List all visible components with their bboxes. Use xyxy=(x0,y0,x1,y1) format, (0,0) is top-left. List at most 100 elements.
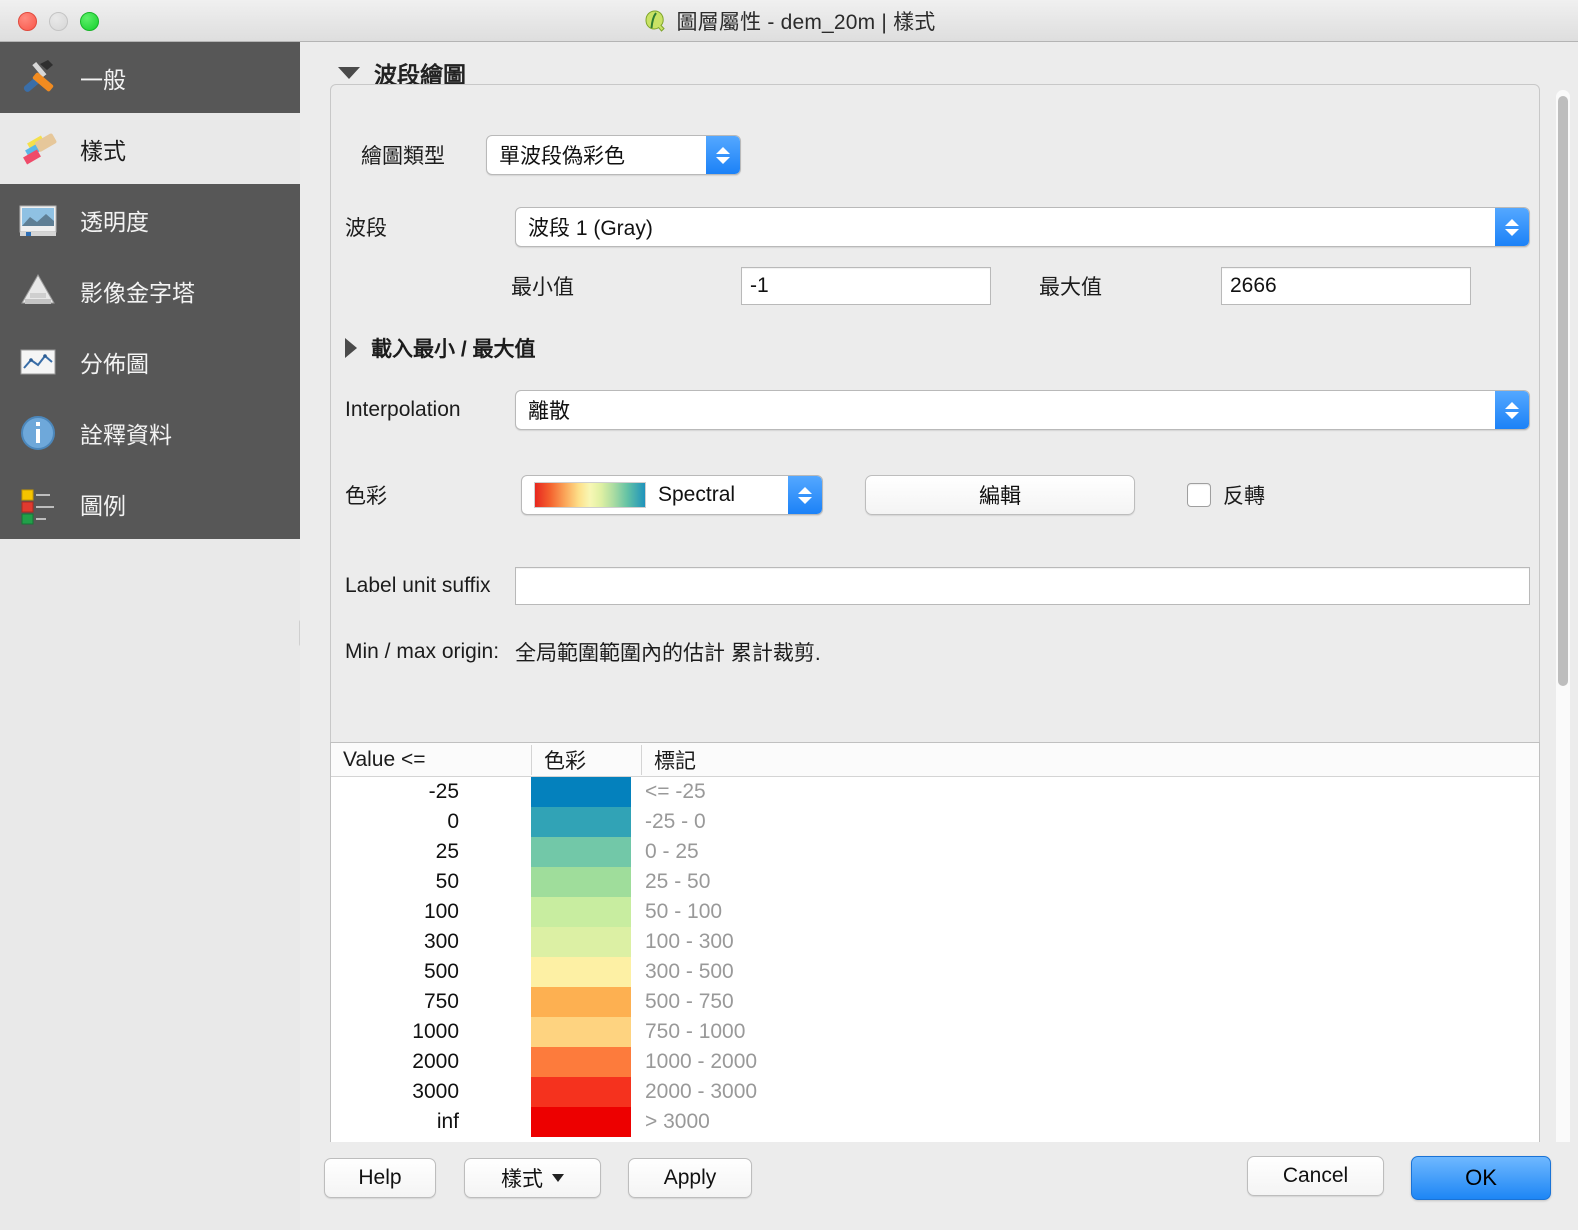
cell-value[interactable]: 50 xyxy=(331,870,531,894)
cell-label[interactable]: 100 - 300 xyxy=(631,930,734,954)
cell-label[interactable]: 1000 - 2000 xyxy=(631,1050,757,1074)
table-row[interactable]: 1000 750 - 1000 xyxy=(331,1017,1539,1047)
cell-value[interactable]: 100 xyxy=(331,900,531,924)
band-value: 波段 1 (Gray) xyxy=(528,217,653,240)
sidebar-item-legend[interactable]: 圖例 xyxy=(0,468,300,539)
cell-value[interactable]: 500 xyxy=(331,960,531,984)
edit-ramp-button[interactable]: 編輯 xyxy=(865,475,1135,515)
classes-table[interactable]: Value <= 色彩 標記 -25 <= -25 0 -25 - 0 25 0 - 25… xyxy=(330,742,1540,1152)
cell-label[interactable]: 50 - 100 xyxy=(631,900,722,924)
cell-value[interactable]: -25 xyxy=(331,780,531,804)
cell-color-swatch[interactable] xyxy=(531,1047,631,1077)
cell-value[interactable]: 2000 xyxy=(331,1050,531,1074)
table-row[interactable]: 3000 2000 - 3000 xyxy=(331,1077,1539,1107)
table-row[interactable]: 0 -25 - 0 xyxy=(331,807,1539,837)
cell-label[interactable]: <= -25 xyxy=(631,780,706,804)
window-controls xyxy=(18,12,99,31)
chevron-down-icon xyxy=(338,67,360,79)
cell-label[interactable]: > 3000 xyxy=(631,1110,710,1134)
cell-value[interactable]: 3000 xyxy=(331,1080,531,1104)
histogram-icon xyxy=(20,349,56,374)
cell-label[interactable]: 500 - 750 xyxy=(631,990,734,1014)
paintbrush-icon xyxy=(23,133,57,164)
sidebar-item-histogram[interactable]: 分佈圖 xyxy=(0,326,300,397)
table-row[interactable]: 50 25 - 50 xyxy=(331,867,1539,897)
sidebar-item-pyramids[interactable]: 影像金字塔 xyxy=(0,255,300,326)
label-unit-suffix-input[interactable] xyxy=(515,567,1530,605)
sidebar-item-general[interactable]: 一般 xyxy=(0,42,300,113)
table-row[interactable]: 300 100 - 300 xyxy=(331,927,1539,957)
min-value-input[interactable]: -1 xyxy=(741,267,991,305)
table-row[interactable]: 2000 1000 - 2000 xyxy=(331,1047,1539,1077)
table-row[interactable]: -25 <= -25 xyxy=(331,777,1539,807)
table-row[interactable]: 100 50 - 100 xyxy=(331,897,1539,927)
cell-color-swatch[interactable] xyxy=(531,1017,631,1047)
chevron-up-down-icon[interactable] xyxy=(1495,208,1529,246)
max-value-input[interactable]: 2666 xyxy=(1221,267,1471,305)
cell-value[interactable]: inf xyxy=(331,1110,531,1134)
cell-label[interactable]: 2000 - 3000 xyxy=(631,1080,757,1104)
cell-value[interactable]: 750 xyxy=(331,990,531,1014)
cell-color-swatch[interactable] xyxy=(531,837,631,867)
band-row: 波段 波段 1 (Gray) xyxy=(345,207,1530,247)
ok-button[interactable]: OK xyxy=(1411,1156,1551,1200)
cell-value[interactable]: 25 xyxy=(331,840,531,864)
invert-label: 反轉 xyxy=(1223,485,1265,508)
cell-color-swatch[interactable] xyxy=(531,867,631,897)
minimize-window-button[interactable] xyxy=(49,12,68,31)
chevron-up-down-icon[interactable] xyxy=(788,476,822,514)
label-unit-suffix-label: Label unit suffix xyxy=(345,574,491,597)
column-header-color[interactable]: 色彩 xyxy=(531,744,641,775)
cell-value[interactable]: 300 xyxy=(331,930,531,954)
style-menu-button[interactable]: 樣式 xyxy=(464,1158,601,1198)
column-header-label[interactable]: 標記 xyxy=(641,744,1539,775)
cell-color-swatch[interactable] xyxy=(531,807,631,837)
cell-color-swatch[interactable] xyxy=(531,897,631,927)
sidebar-item-style[interactable]: 樣式 xyxy=(0,113,300,184)
cell-label[interactable]: 750 - 1000 xyxy=(631,1020,745,1044)
cancel-button[interactable]: Cancel xyxy=(1247,1156,1384,1196)
chevron-up-down-icon[interactable] xyxy=(1495,391,1529,429)
layer-properties-window: 圖層屬性 - dem_20m | 樣式 一般 樣式 透明度 影像金字塔 分佈圖 … xyxy=(0,0,1578,1230)
column-header-value[interactable]: Value <= xyxy=(331,748,531,772)
zoom-window-button[interactable] xyxy=(80,12,99,31)
cell-value[interactable]: 0 xyxy=(331,810,531,834)
chevron-up-down-icon[interactable] xyxy=(706,136,740,174)
window-title: 圖層屬性 - dem_20m | 樣式 xyxy=(676,10,936,34)
cell-label[interactable]: 25 - 50 xyxy=(631,870,710,894)
cell-label[interactable]: 0 - 25 xyxy=(631,840,699,864)
scrollbar-thumb[interactable] xyxy=(1558,96,1568,686)
apply-button[interactable]: Apply xyxy=(628,1158,752,1198)
color-ramp-select[interactable]: Spectral xyxy=(521,475,823,515)
cell-color-swatch[interactable] xyxy=(531,777,631,807)
sidebar-item-metadata[interactable]: 詮釋資料 xyxy=(0,397,300,468)
table-row[interactable]: inf > 3000 xyxy=(331,1107,1539,1137)
cell-label[interactable]: 300 - 500 xyxy=(631,960,734,984)
interpolation-row: Interpolation 離散 xyxy=(345,390,1530,430)
render-type-row: 繪圖類型 單波段偽彩色 xyxy=(361,135,741,175)
cell-color-swatch[interactable] xyxy=(531,1077,631,1107)
legend-icon xyxy=(21,489,54,524)
cell-color-swatch[interactable] xyxy=(531,927,631,957)
close-window-button[interactable] xyxy=(18,12,37,31)
sidebar-item-transparency[interactable]: 透明度 xyxy=(0,184,300,255)
vertical-scrollbar[interactable] xyxy=(1556,90,1570,1175)
table-row[interactable]: 750 500 - 750 xyxy=(331,987,1539,1017)
minmax-origin-value: 全局範圍範圍內的估計 累計裁剪. xyxy=(515,642,821,665)
transparency-icon xyxy=(19,205,57,236)
style-panel: 波段繪圖 繪圖類型 單波段偽彩色 波段 波段 1 (Gray) 最小值 -1 最… xyxy=(300,42,1578,1175)
render-type-select[interactable]: 單波段偽彩色 xyxy=(486,135,741,175)
interpolation-select[interactable]: 離散 xyxy=(515,390,1530,430)
table-row[interactable]: 25 0 - 25 xyxy=(331,837,1539,867)
interpolation-value: 離散 xyxy=(528,400,570,423)
cell-label[interactable]: -25 - 0 xyxy=(631,810,706,834)
table-row[interactable]: 500 300 - 500 xyxy=(331,957,1539,987)
help-button[interactable]: Help xyxy=(324,1158,436,1198)
load-minmax-toggle[interactable]: 載入最小 / 最大值 xyxy=(345,333,536,363)
invert-checkbox[interactable] xyxy=(1187,483,1211,507)
cell-value[interactable]: 1000 xyxy=(331,1020,531,1044)
band-select[interactable]: 波段 1 (Gray) xyxy=(515,207,1530,247)
cell-color-swatch[interactable] xyxy=(531,987,631,1017)
cell-color-swatch[interactable] xyxy=(531,1107,631,1137)
cell-color-swatch[interactable] xyxy=(531,957,631,987)
